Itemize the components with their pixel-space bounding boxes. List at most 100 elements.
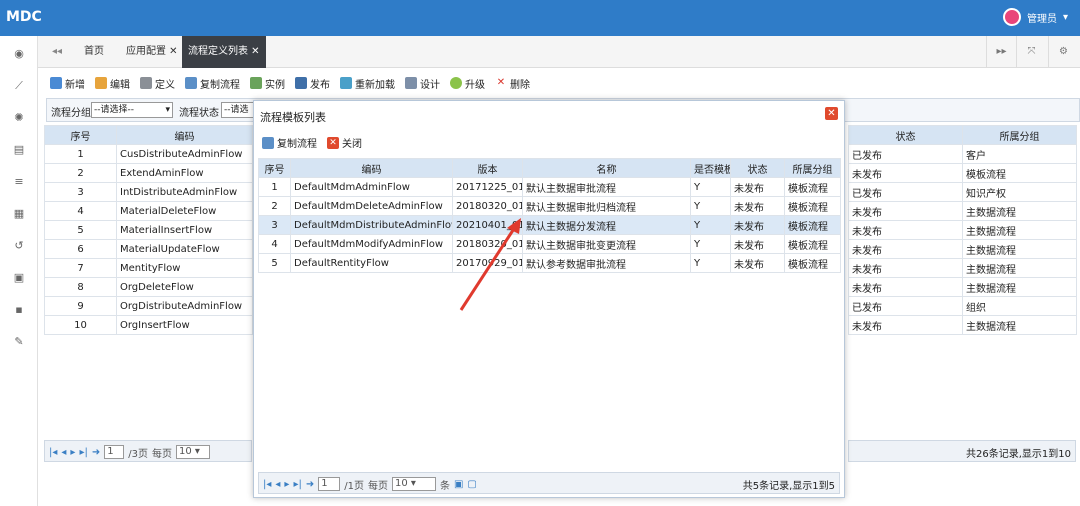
- row-index: 7: [44, 258, 117, 278]
- table-row[interactable]: 3 IntDistributeAdminFlow: [44, 182, 253, 202]
- refresh-icon[interactable]: ▢: [467, 479, 476, 490]
- table-row[interactable]: 2 ExtendAminFlow: [44, 163, 253, 183]
- dialog-table-row[interactable]: 4 DefaultMdmModifyAdminFlow 20180320_01 默认主…: [258, 234, 841, 254]
- first-page-icon[interactable]: |◂: [49, 447, 57, 458]
- template-table: 序号 编码 版本 名称 是否模板 状态 所属分组 1 DefaultMdmAdminFlow 2…: [258, 158, 841, 273]
- dialog-table-row[interactable]: 2 DefaultMdmDeleteAdminFlow 20180320_01 默认主…: [258, 196, 841, 216]
- dialog-copy-flow-button[interactable]: 复制流程: [262, 135, 317, 150]
- define-label: 定义: [155, 79, 175, 91]
- table-row[interactable]: 未发布 主数据流程: [848, 277, 1077, 297]
- spinner-icon[interactable]: ✺: [13, 112, 25, 124]
- table-row[interactable]: 4 MaterialDeleteFlow: [44, 201, 253, 221]
- row-group: 模板流程: [784, 215, 841, 235]
- dialog-col-2[interactable]: 版本: [452, 158, 523, 178]
- table-row[interactable]: 5 MaterialInsertFlow: [44, 220, 253, 240]
- table-row[interactable]: 6 MaterialUpdateFlow: [44, 239, 253, 259]
- dialog-table-row[interactable]: 1 DefaultMdmAdminFlow 20171225_01 默认主数据审批流程…: [258, 177, 841, 197]
- copy-flow-button[interactable]: 复制流程: [185, 74, 240, 92]
- instance-button[interactable]: 实例: [250, 74, 285, 92]
- dialog-table-row[interactable]: 3 DefaultMdmDistributeAdminFlow 20210401_0…: [258, 215, 841, 235]
- table-row[interactable]: 已发布 组织: [848, 296, 1077, 316]
- dialog-col-3[interactable]: 名称: [522, 158, 691, 178]
- go-icon[interactable]: ➜: [306, 479, 314, 490]
- dialog-col-5[interactable]: 状态: [730, 158, 785, 178]
- dialog-col-6[interactable]: 所属分组: [784, 158, 841, 178]
- tabs-back-icon[interactable]: ◂◂: [46, 36, 68, 68]
- add-button[interactable]: 新增: [50, 74, 85, 92]
- col-index[interactable]: 序号: [44, 125, 117, 145]
- film-icon[interactable]: ▣: [13, 272, 25, 284]
- col-code[interactable]: 编码: [116, 125, 253, 145]
- dialog-page-input[interactable]: 1: [318, 477, 341, 491]
- dialog-col-1[interactable]: 编码: [290, 158, 453, 178]
- copy-icon: [262, 136, 274, 149]
- dashboard-icon[interactable]: ◉: [13, 48, 25, 60]
- first-page-icon[interactable]: |◂: [263, 479, 271, 490]
- publish-button[interactable]: 发布: [295, 74, 330, 92]
- calendar-icon[interactable]: ▪: [13, 304, 25, 316]
- col-status[interactable]: 状态: [848, 125, 963, 145]
- go-icon[interactable]: ➜: [92, 447, 100, 458]
- row-index: 2: [44, 163, 117, 183]
- tabs-forward-icon[interactable]: ▸▸: [986, 36, 1016, 68]
- prev-page-icon[interactable]: ◂: [275, 479, 280, 490]
- last-page-icon[interactable]: ▸|: [79, 447, 87, 458]
- row-group: 客户: [962, 144, 1077, 164]
- row-status: 未发布: [730, 234, 785, 254]
- page-input[interactable]: 1: [104, 445, 125, 459]
- define-button[interactable]: 定义: [140, 74, 175, 92]
- delete-button[interactable]: ✕ 删除: [495, 74, 530, 92]
- user-name: 管理员: [1026, 13, 1057, 25]
- table-row[interactable]: 未发布 主数据流程: [848, 220, 1077, 240]
- table-row[interactable]: 已发布 知识产权: [848, 182, 1077, 202]
- table-row[interactable]: 1 CusDistributeAdminFlow: [44, 144, 253, 164]
- dialog-per-page-select[interactable]: 10 ▾: [391, 477, 436, 491]
- table-row[interactable]: 未发布 主数据流程: [848, 201, 1077, 221]
- next-page-icon[interactable]: ▸: [284, 479, 289, 490]
- upgrade-icon: [450, 77, 462, 89]
- list-icon[interactable]: ≡: [13, 176, 25, 188]
- row-group: 主数据流程: [962, 277, 1077, 297]
- table-row[interactable]: 9 OrgDistributeAdminFlow: [44, 296, 253, 316]
- prev-page-icon[interactable]: ◂: [61, 447, 66, 458]
- upgrade-button[interactable]: 升级: [450, 74, 485, 92]
- last-page-icon[interactable]: ▸|: [293, 479, 301, 490]
- row-status: 未发布: [730, 196, 785, 216]
- col-group[interactable]: 所属分组: [962, 125, 1077, 145]
- chart-icon[interactable]: ⟋: [13, 80, 25, 92]
- user-menu[interactable]: 管理员 ▾: [1002, 8, 1068, 26]
- reload-button[interactable]: 重新加载: [340, 74, 395, 92]
- table-row[interactable]: 未发布 主数据流程: [848, 258, 1077, 278]
- table-row[interactable]: 10 OrgInsertFlow: [44, 315, 253, 335]
- table-row[interactable]: 已发布 客户: [848, 144, 1077, 164]
- next-page-icon[interactable]: ▸: [70, 447, 75, 458]
- history-icon[interactable]: ↺: [13, 240, 25, 252]
- tab-flow-definitions[interactable]: 流程定义列表 ✕: [182, 36, 266, 68]
- dialog-col-4[interactable]: 是否模板: [690, 158, 731, 178]
- database-icon[interactable]: ▤: [13, 144, 25, 156]
- dialog-col-0[interactable]: 序号: [258, 158, 291, 178]
- table-row[interactable]: 7 MentityFlow: [44, 258, 253, 278]
- wrench-icon[interactable]: ✎: [13, 336, 25, 348]
- table-row[interactable]: 未发布 主数据流程: [848, 315, 1077, 335]
- per-page-select[interactable]: 10 ▾: [175, 445, 210, 459]
- table-icon[interactable]: ▦: [13, 208, 25, 220]
- dialog-table-row[interactable]: 5 DefaultRentityFlow 20170929_01 默认参考数据审批流程…: [258, 253, 841, 273]
- tab-app-config[interactable]: 应用配置 ✕: [120, 36, 184, 68]
- tab-home[interactable]: 首页: [78, 36, 110, 68]
- edit-button[interactable]: 编辑: [95, 74, 130, 92]
- table-row[interactable]: 未发布 模板流程: [848, 163, 1077, 183]
- gear-icon[interactable]: ⚙: [1048, 36, 1078, 68]
- group-select[interactable]: --请选择-- ▾: [91, 102, 173, 118]
- dialog-close-button[interactable]: ✕ 关闭: [327, 135, 362, 150]
- row-group: 知识产权: [962, 182, 1077, 202]
- close-icon[interactable]: ✕: [825, 107, 838, 120]
- table-row[interactable]: 8 OrgDeleteFlow: [44, 277, 253, 297]
- design-button[interactable]: 设计: [405, 74, 440, 92]
- row-code: MaterialUpdateFlow: [116, 239, 253, 259]
- fullscreen-icon[interactable]: ⤧: [1016, 36, 1046, 68]
- row-version: 20170929_01: [452, 253, 523, 273]
- row-version: 20171225_01: [452, 177, 523, 197]
- table-row[interactable]: 未发布 主数据流程: [848, 239, 1077, 259]
- export-icon[interactable]: ▣: [454, 479, 463, 490]
